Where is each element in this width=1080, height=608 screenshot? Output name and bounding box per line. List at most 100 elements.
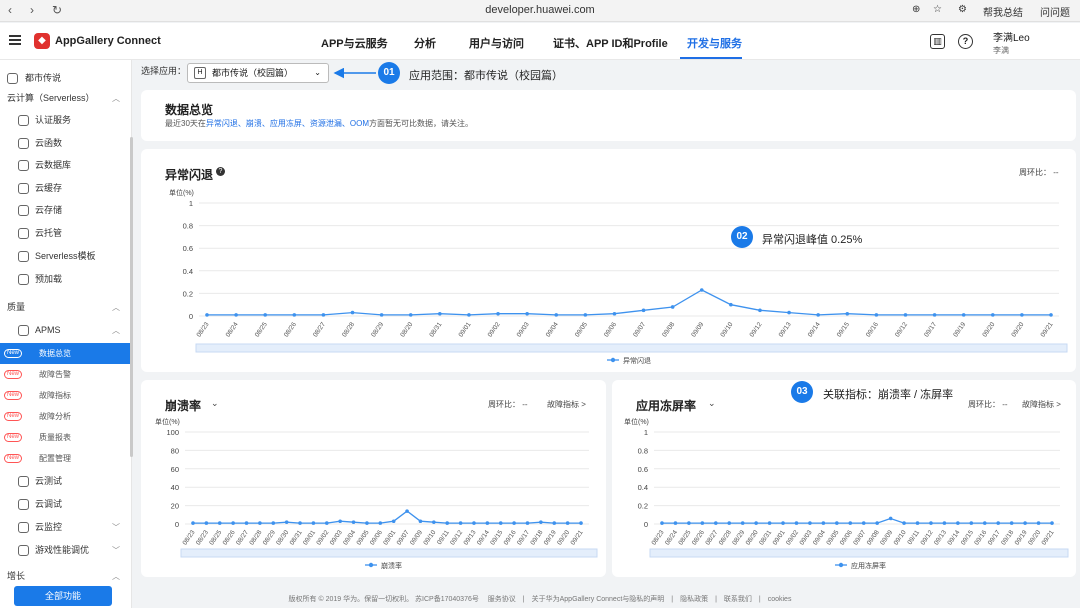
data-point	[554, 313, 559, 317]
legend-marker	[368, 562, 374, 568]
y-tick-label: 0.8	[638, 446, 648, 455]
crashrate-chart: 单位(%)10080604020008/2308/2308/2508/2608/…	[155, 417, 598, 570]
x-tick-label: 09/18	[1000, 529, 1015, 547]
x-tick-label: 09/09	[690, 321, 705, 339]
footer: 版权所有 © 2019 华为。保留一切权利。 苏ICP备17040376号 服务…	[288, 596, 792, 603]
freeze-card: 应用冻屏率 ⌄ 周环比： -- 故障指标 > 单位(%) 1 0.8 0.6 0.4 0.…	[612, 380, 1076, 577]
x-tick-label: 08/29	[262, 529, 277, 547]
data-point	[699, 288, 704, 292]
data-point	[321, 313, 326, 317]
data-point	[903, 313, 908, 317]
x-tick-label: 09/05	[355, 529, 370, 547]
x-tick-label: 09/06	[369, 529, 384, 547]
data-point	[485, 521, 490, 525]
x-tick-label: 08/30	[275, 529, 290, 547]
data-point	[816, 313, 820, 317]
x-tick-label: 09/19	[952, 321, 967, 339]
x-tick-label: 09/02	[315, 529, 330, 547]
x-tick-label: 09/16	[865, 321, 880, 339]
data-point	[781, 521, 785, 525]
x-tick-label: 09/05	[825, 529, 840, 547]
x-tick-label: 08/26	[283, 321, 298, 339]
x-tick-label: 08/30	[745, 529, 760, 547]
y-tick-label: 1	[189, 199, 193, 208]
x-tick-label: 09/03	[516, 321, 531, 339]
x-tick-label: 09/09	[879, 529, 894, 547]
data-point	[351, 520, 356, 524]
x-tick-label: 09/14	[476, 529, 491, 547]
x-tick-label: 09/07	[852, 529, 867, 547]
data-point	[350, 310, 355, 315]
x-tick-label: 09/20	[1027, 529, 1042, 547]
data-point	[579, 521, 583, 525]
data-point	[740, 521, 745, 525]
x-tick-label: 09/21	[1040, 321, 1055, 339]
x-tick-label: 08/29	[731, 529, 746, 547]
data-point	[713, 521, 718, 525]
data-point	[982, 521, 987, 525]
crash-card: 异常闪退 ? 周环比： -- 单位(%) 1 0.8 0.6 0.4 0.2 0 08/23 0…	[141, 149, 1076, 372]
data-point	[821, 521, 826, 525]
x-tick-label: 08/25	[677, 529, 692, 547]
legend-label: 崩溃率	[381, 561, 402, 570]
crashrate-card: 崩溃率 ⌄ 周环比： -- 故障指标 > 单位(%) 100 80 60 40 20 0 08…	[141, 380, 606, 577]
data-point	[438, 311, 442, 316]
data-point	[996, 521, 1001, 525]
y-tick-label: 0.6	[638, 465, 648, 474]
x-tick-label: 09/14	[807, 321, 822, 339]
crashrate-mom: 周环比： --	[488, 400, 528, 409]
data-point	[379, 313, 384, 317]
x-tick-label: 09/01	[772, 529, 787, 547]
x-tick-label: 09/19	[1014, 529, 1029, 547]
x-tick-label: 09/12	[920, 529, 935, 547]
data-point	[727, 521, 732, 525]
unit-label: 单位(%)	[624, 417, 649, 426]
x-tick-label: 09/13	[933, 529, 948, 547]
data-point	[729, 302, 733, 307]
chevron-down-icon[interactable]: ⌄	[211, 398, 219, 409]
x-tick-label: 08/23	[182, 529, 197, 547]
x-tick-label: 09/04	[342, 529, 357, 547]
x-tick-label: 09/10	[719, 321, 734, 339]
x-tick-label: 09/03	[798, 529, 813, 547]
data-point	[191, 521, 195, 525]
series-line	[193, 510, 581, 524]
data-point	[612, 311, 617, 316]
data-point	[835, 521, 839, 525]
chevron-down-icon[interactable]: ⌄	[708, 398, 716, 409]
overview-desc: 最近30天在异常闪退、崩溃、应用冻屏、资源泄漏、OOM方面暂无可比数据，请关注。	[165, 119, 474, 128]
x-tick-label: 09/12	[894, 321, 909, 339]
data-point	[525, 521, 530, 525]
x-tick-label: 09/08	[866, 529, 881, 547]
crashrate-fault-link[interactable]: 故障指标 >	[547, 399, 586, 410]
x-tick-label: 09/07	[632, 321, 647, 339]
range-slider	[180, 548, 598, 558]
freeze-fault-link[interactable]: 故障指标 >	[1022, 399, 1061, 410]
data-point	[956, 521, 960, 525]
data-point	[670, 305, 675, 309]
data-point	[875, 521, 879, 525]
x-tick-label: 08/28	[248, 529, 263, 547]
data-point	[365, 521, 369, 525]
x-tick-label: 09/13	[463, 529, 478, 547]
data-point	[673, 521, 678, 525]
data-point	[258, 521, 262, 525]
x-tick-label: 09/17	[987, 529, 1002, 547]
data-point	[758, 308, 762, 313]
y-tick-label: 0	[644, 520, 648, 529]
y-tick-label: 60	[171, 465, 179, 474]
x-tick-label: 09/02	[785, 529, 800, 547]
freeze-chart: 单位(%)10.80.60.40.2008/2308/2408/2508/260…	[624, 417, 1069, 570]
overview-links[interactable]: 异常闪退、崩溃、应用冻屏、资源泄漏、OOM	[206, 119, 369, 128]
x-tick-label: 09/19	[543, 529, 558, 547]
data-point	[888, 516, 893, 521]
annotation-text-02: 异常闪退峰值 0.25%	[762, 234, 863, 246]
data-point	[552, 521, 557, 525]
legend-marker	[610, 357, 616, 363]
x-tick-label: 08/25	[208, 529, 223, 547]
x-tick-label: 08/27	[704, 529, 719, 547]
y-tick-label: 0	[189, 312, 193, 321]
data-point	[961, 313, 966, 317]
x-tick-label: 08/23	[196, 321, 211, 339]
info-icon[interactable]: ?	[216, 167, 225, 176]
